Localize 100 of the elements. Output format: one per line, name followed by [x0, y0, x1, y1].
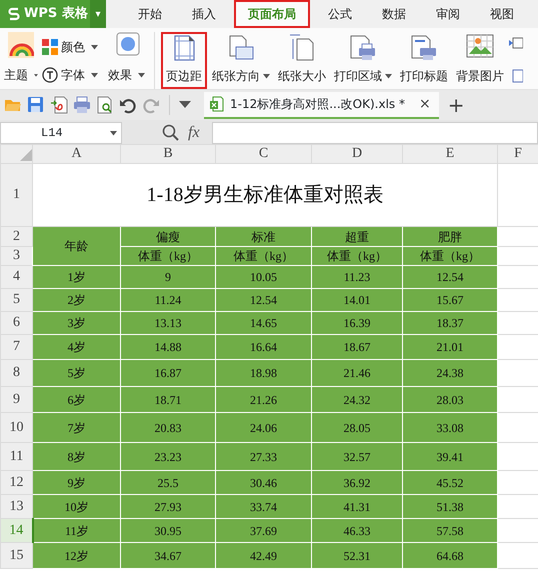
- save-icon[interactable]: [27, 96, 45, 114]
- column-header[interactable]: E: [402, 144, 498, 164]
- table-cell: 28.05: [312, 412, 402, 442]
- table-cell: 4岁: [32, 334, 120, 360]
- column-header[interactable]: B: [120, 144, 216, 164]
- orientation-icon: [227, 34, 255, 62]
- row-header[interactable]: 3: [0, 246, 32, 266]
- color-grid-icon: [42, 39, 58, 55]
- table-cell: 9岁: [32, 470, 120, 494]
- row-header[interactable]: 11: [0, 442, 32, 470]
- ribbon-tab[interactable]: 数据: [370, 0, 418, 28]
- table-cell: 30.95: [120, 518, 216, 542]
- rainbow-icon: [8, 32, 34, 58]
- row-header[interactable]: 2: [0, 226, 32, 246]
- table-cell: 18.37: [402, 312, 498, 334]
- column-header[interactable]: A: [32, 144, 120, 164]
- document-tab[interactable]: 1-12标准身高对照...改OK).xls * ×: [204, 92, 439, 118]
- paper-size-icon: [289, 34, 315, 62]
- column-header[interactable]: C: [216, 144, 312, 164]
- table-cell: 14.01: [312, 288, 402, 312]
- app-name: WPS 表格: [24, 5, 88, 24]
- column-header[interactable]: D: [312, 144, 402, 164]
- table-cell: 1岁: [32, 266, 120, 288]
- table-cell: 13.13: [120, 312, 216, 334]
- close-tab-button[interactable]: ×: [419, 94, 431, 114]
- table-cell: 14.65: [216, 312, 312, 334]
- table-cell: 6岁: [32, 386, 120, 412]
- dropdown-caret-icon[interactable]: [179, 101, 191, 109]
- sheet-title: 1-18岁男生标准体重对照表: [32, 164, 498, 226]
- background-image-icon: [466, 34, 494, 60]
- print-preview-icon[interactable]: [96, 96, 114, 114]
- ribbon-button[interactable]: 页边距: [161, 32, 207, 89]
- row-header[interactable]: 9: [0, 386, 32, 412]
- margins-icon: [172, 34, 196, 62]
- ribbon-tab[interactable]: 视图: [478, 0, 526, 28]
- table-cell: 12岁: [32, 542, 120, 568]
- table-cell: 5岁: [32, 360, 120, 386]
- row-header[interactable]: 12: [0, 470, 32, 494]
- table-cell: 10.05: [216, 266, 312, 288]
- ribbon-tab[interactable]: 插入: [180, 0, 228, 28]
- column-header[interactable]: F: [498, 144, 538, 164]
- print-area-icon: [349, 34, 377, 62]
- row-header[interactable]: 4: [0, 266, 32, 288]
- table-cell: 14.88: [120, 334, 216, 360]
- table-cell: 23.23: [120, 442, 216, 470]
- ribbon-button[interactable]: 打印区域: [331, 32, 395, 89]
- table-cell: 7岁: [32, 412, 120, 442]
- fx-label[interactable]: fx: [188, 121, 200, 145]
- ribbon-button[interactable]: 字体: [42, 62, 104, 88]
- app-menu-button[interactable]: ▾: [90, 0, 106, 28]
- undo-icon[interactable]: [119, 96, 137, 114]
- ribbon-button[interactable]: 纸张大小: [275, 32, 329, 89]
- ribbon-tab[interactable]: 公式: [316, 0, 364, 28]
- table-cell: 57.58: [402, 518, 498, 542]
- export-pdf-icon[interactable]: [50, 96, 68, 114]
- table-cell: 12.54: [216, 288, 312, 312]
- table-cell: 15.67: [402, 288, 498, 312]
- table-cell: 9: [120, 266, 216, 288]
- row-header[interactable]: 14: [0, 518, 32, 542]
- table-cell: 18.98: [216, 360, 312, 386]
- row-header[interactable]: 10: [0, 412, 32, 442]
- table-cell: 21.46: [312, 360, 402, 386]
- table-cell: 52.31: [312, 542, 402, 568]
- table-cell: 标准: [216, 226, 312, 246]
- corner-triangle-icon: [20, 148, 32, 161]
- row-header[interactable]: 7: [0, 334, 32, 360]
- table-cell: 25.5: [120, 470, 216, 494]
- ribbon-button[interactable]: 主题: [4, 62, 38, 88]
- row-header[interactable]: 1: [0, 164, 32, 226]
- table-cell: 11.23: [312, 266, 402, 288]
- row-header[interactable]: 13: [0, 494, 32, 518]
- table-cell: 46.33: [312, 518, 402, 542]
- table-cell: 3岁: [32, 312, 120, 334]
- row-header[interactable]: 5: [0, 288, 32, 312]
- table-cell: 37.69: [216, 518, 312, 542]
- table-cell: 21.01: [402, 334, 498, 360]
- ribbon-button[interactable]: 打印标题: [397, 32, 451, 89]
- table-cell: 12.54: [402, 266, 498, 288]
- name-box[interactable]: L14: [0, 122, 122, 144]
- ribbon-button[interactable]: 效果: [108, 62, 148, 88]
- table-cell: 2岁: [32, 288, 120, 312]
- print-icon[interactable]: [73, 96, 91, 114]
- ribbon-tab[interactable]: 页面布局: [234, 0, 310, 28]
- ribbon-button[interactable]: 纸张方向: [209, 32, 273, 89]
- ribbon-button[interactable]: 颜色: [42, 32, 104, 62]
- table-cell: 27.93: [120, 494, 216, 518]
- table-cell: 27.33: [216, 442, 312, 470]
- ribbon-tab[interactable]: 审阅: [424, 0, 472, 28]
- table-cell: 10岁: [32, 494, 120, 518]
- new-tab-button[interactable]: +: [448, 90, 464, 120]
- row-header[interactable]: 8: [0, 360, 32, 386]
- row-header[interactable]: 6: [0, 312, 32, 334]
- table-cell: 51.38: [402, 494, 498, 518]
- row-header[interactable]: 15: [0, 542, 32, 568]
- table-cell: 偏瘦: [120, 226, 216, 246]
- table-cell: 24.06: [216, 412, 312, 442]
- zoom-search-icon[interactable]: [162, 124, 180, 142]
- formula-input[interactable]: [212, 122, 538, 144]
- ribbon-tab[interactable]: 开始: [126, 0, 174, 28]
- ribbon-button[interactable]: 背景图片: [453, 32, 507, 89]
